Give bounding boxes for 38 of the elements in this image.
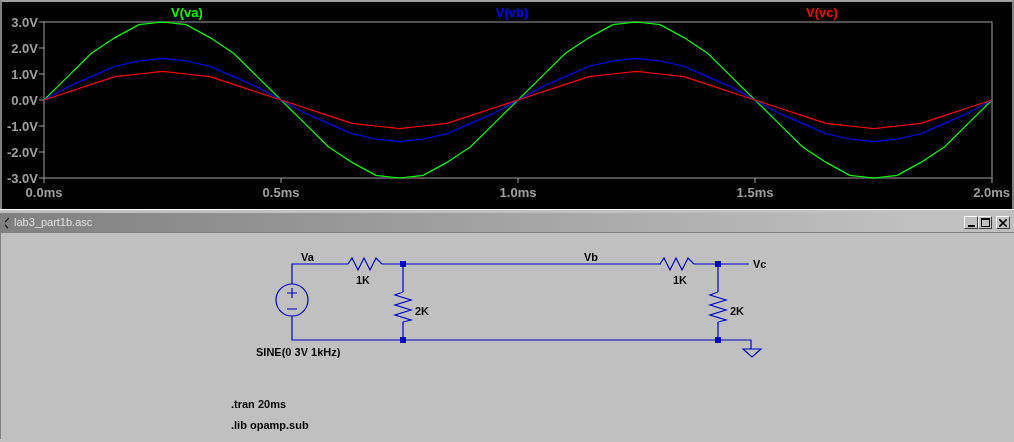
axis-tick-label: 0.5ms — [262, 185, 300, 200]
net-label: Vb — [584, 251, 599, 263]
window-icon — [4, 216, 10, 229]
minimize-icon — [967, 224, 975, 227]
resistor-value-label: 2K — [415, 305, 430, 317]
axis-tick-label: 3.0V — [11, 15, 38, 30]
resistor-symbol — [659, 256, 695, 272]
close-icon — [999, 218, 1007, 227]
close-button[interactable] — [996, 216, 1010, 229]
spice-directive: .lib opamp.sub — [231, 419, 309, 431]
maximize-button[interactable] — [978, 216, 992, 229]
axis-tick-label: -2.0V — [6, 145, 38, 160]
axis-tick-label: 0.0ms — [25, 185, 63, 200]
axis-tick-label: 1.0ms — [499, 185, 537, 200]
ground-symbol — [741, 348, 763, 358]
voltage-source-symbol — [275, 283, 309, 317]
maximize-icon — [980, 218, 990, 227]
axis-tick-label: 2.0V — [11, 41, 38, 56]
trace-legend-label[interactable]: V(vc) — [806, 5, 838, 20]
axis-tick-label: 0.0V — [11, 93, 38, 108]
axis-tick-label: -1.0V — [6, 119, 38, 134]
resistor-value-label: 2K — [730, 305, 745, 317]
source-value-label: SINE(0 3V 1kHz) — [256, 346, 341, 358]
spice-directive: .tran 20ms — [231, 398, 287, 410]
minimize-button[interactable] — [964, 216, 978, 229]
net-label: Va — [301, 251, 314, 263]
resistor-symbol — [708, 291, 729, 323]
window-title: lab3_part1b.asc — [14, 215, 93, 231]
net-label: Vc — [753, 258, 767, 270]
axis-tick-label: 2.0ms — [973, 185, 1010, 200]
resistor-value-label: 1K — [356, 274, 371, 286]
resistor-symbol — [347, 256, 383, 272]
resistor-value-label: 1K — [673, 274, 688, 286]
resistor-symbol — [393, 291, 414, 323]
axis-tick-label: -3.0V — [6, 171, 38, 186]
axis-tick-label: 1.5ms — [736, 185, 774, 200]
trace-legend-label[interactable]: V(va) — [171, 5, 203, 20]
axis-tick-label: 1.0V — [11, 67, 38, 82]
